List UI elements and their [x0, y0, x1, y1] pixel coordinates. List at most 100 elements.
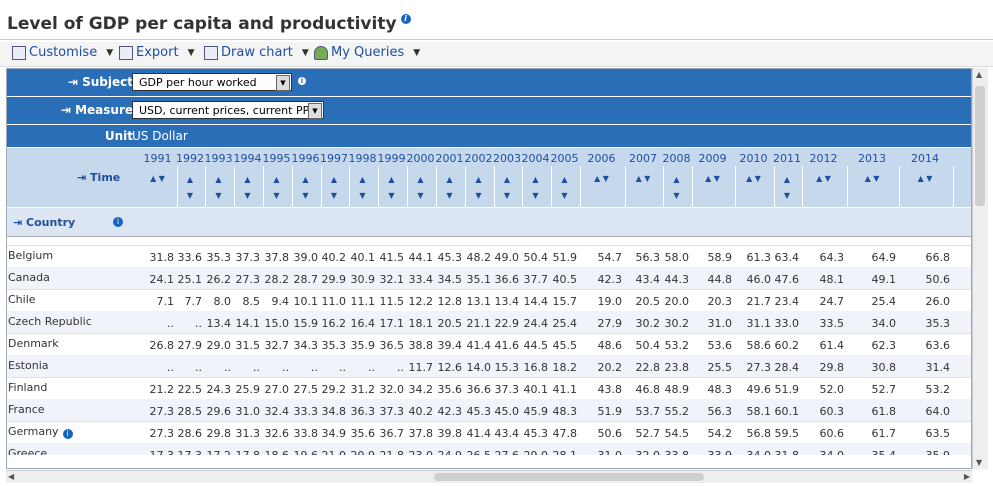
sort-descending-icon[interactable]: ▼ [825, 174, 831, 183]
country-name[interactable]: Germany i [8, 425, 73, 439]
table-cell: 29.0 [521, 449, 549, 455]
sort-descending-icon[interactable]: ▼ [644, 174, 650, 183]
country-name[interactable]: Greece [8, 447, 47, 455]
table-cell: .. [224, 361, 231, 374]
sort-ascending-icon[interactable]: ▲ [187, 175, 193, 184]
sort-descending-icon[interactable]: ▼ [714, 174, 720, 183]
scroll-right-icon[interactable]: ▶ [964, 472, 970, 481]
sort-ascending-icon[interactable]: ▲ [784, 175, 790, 184]
sort-ascending-icon[interactable]: ▲ [150, 174, 156, 183]
scroll-left-icon[interactable]: ◀ [8, 472, 14, 481]
sort-ascending-icon[interactable]: ▲ [636, 174, 642, 183]
table-cell: 37.3 [235, 251, 261, 264]
table-cell: 20.5 [437, 317, 463, 330]
scroll-thumb[interactable] [434, 473, 704, 481]
table-cell: .. [282, 361, 289, 374]
sort-descending-icon[interactable]: ▼ [926, 174, 932, 183]
sort-descending-icon[interactable]: ▼ [417, 191, 423, 200]
sort-descending-icon[interactable]: ▼ [504, 191, 510, 200]
sort-ascending-icon[interactable]: ▲ [705, 174, 711, 183]
sort-ascending-icon[interactable]: ▲ [302, 175, 308, 184]
horizontal-scrollbar[interactable]: ◀ ▶ [6, 470, 972, 483]
table-cell: 25.4 [871, 295, 897, 308]
table-cell: 14.1 [235, 317, 261, 330]
sort-ascending-icon[interactable]: ▲ [865, 174, 871, 183]
sort-descending-icon[interactable]: ▼ [159, 174, 165, 183]
sort-ascending-icon[interactable]: ▲ [417, 175, 423, 184]
country-name[interactable]: Denmark [8, 337, 59, 350]
table-cell: 31.4 [925, 361, 951, 374]
sort-descending-icon[interactable]: ▼ [331, 191, 337, 200]
sort-descending-icon[interactable]: ▼ [187, 191, 193, 200]
table-cell: 54.7 [597, 251, 623, 264]
table-cell: 33.4 [408, 273, 434, 286]
unit-value: US Dollar [132, 129, 188, 143]
table-cell: 55.2 [664, 405, 690, 418]
subject-select[interactable]: GDP per hour worked ▼ [132, 73, 292, 91]
draw-chart-menu[interactable]: Draw chart ▼ [204, 45, 309, 60]
sort-ascending-icon[interactable]: ▲ [331, 175, 337, 184]
table-cell: 56.3 [635, 251, 661, 264]
vertical-scrollbar[interactable]: ▲ ▼ [972, 68, 988, 469]
sort-descending-icon[interactable]: ▼ [359, 191, 365, 200]
table-cell: 12.8 [437, 295, 463, 308]
sort-descending-icon[interactable]: ▼ [244, 191, 250, 200]
table-cell: 45.3 [523, 427, 549, 440]
sort-descending-icon[interactable]: ▼ [475, 191, 481, 200]
sort-ascending-icon[interactable]: ▲ [561, 175, 567, 184]
sort-descending-icon[interactable]: ▼ [273, 191, 279, 200]
sort-ascending-icon[interactable]: ▲ [359, 175, 365, 184]
table-cell: 37.8 [408, 427, 434, 440]
sort-descending-icon[interactable]: ▼ [603, 174, 609, 183]
country-name[interactable]: Czech Republic [8, 315, 92, 328]
scroll-down-icon[interactable]: ▼ [976, 458, 982, 467]
sort-ascending-icon[interactable]: ▲ [673, 175, 679, 184]
sort-ascending-icon[interactable]: ▲ [273, 175, 279, 184]
sort-ascending-icon[interactable]: ▲ [446, 175, 452, 184]
sort-ascending-icon[interactable]: ▲ [532, 175, 538, 184]
info-icon[interactable]: i [113, 217, 123, 227]
sort-descending-icon[interactable]: ▼ [446, 191, 452, 200]
info-icon[interactable]: i [400, 14, 411, 24]
sort-descending-icon[interactable]: ▼ [873, 174, 879, 183]
table-cell: 15.7 [552, 295, 578, 308]
table-cell: 54.2 [707, 427, 733, 440]
country-name[interactable]: Finland [8, 381, 47, 394]
sort-descending-icon[interactable]: ▼ [755, 174, 761, 183]
table-cell: 63.5 [925, 427, 951, 440]
sort-descending-icon[interactable]: ▼ [388, 191, 394, 200]
sort-ascending-icon[interactable]: ▲ [475, 175, 481, 184]
sort-descending-icon[interactable]: ▼ [561, 191, 567, 200]
sort-ascending-icon[interactable]: ▲ [746, 174, 752, 183]
year-header: 1995 [262, 152, 291, 165]
sort-ascending-icon[interactable]: ▲ [215, 175, 221, 184]
sort-descending-icon[interactable]: ▼ [784, 191, 790, 200]
scroll-thumb[interactable] [975, 86, 985, 206]
country-name[interactable]: France [8, 403, 45, 416]
sort-descending-icon[interactable]: ▼ [215, 191, 221, 200]
customise-menu[interactable]: Customise ▼ [12, 45, 113, 60]
info-icon[interactable]: i [62, 429, 73, 439]
info-icon[interactable]: i [298, 77, 306, 85]
country-name[interactable]: Belgium [8, 249, 53, 262]
table-cell: 30.2 [635, 317, 661, 330]
sort-descending-icon[interactable]: ▼ [302, 191, 308, 200]
sort-descending-icon[interactable]: ▼ [673, 191, 679, 200]
sort-ascending-icon[interactable]: ▲ [244, 175, 250, 184]
table-cell: 60.1 [774, 405, 800, 418]
sort-ascending-icon[interactable]: ▲ [504, 175, 510, 184]
sort-descending-icon[interactable]: ▼ [532, 191, 538, 200]
sort-ascending-icon[interactable]: ▲ [918, 174, 924, 183]
country-name[interactable]: Estonia [8, 359, 49, 372]
country-name[interactable]: Chile [8, 293, 36, 306]
my-queries-menu[interactable]: My Queries ▼ [314, 45, 420, 60]
sort-ascending-icon[interactable]: ▲ [388, 175, 394, 184]
sort-ascending-icon[interactable]: ▲ [594, 174, 600, 183]
country-name[interactable]: Canada [8, 271, 50, 284]
table-cell: 41.6 [494, 339, 520, 352]
scroll-up-icon[interactable]: ▲ [976, 70, 982, 79]
export-menu[interactable]: Export ▼ [119, 45, 194, 60]
table-cell: 46.0 [746, 273, 772, 286]
measure-select[interactable]: USD, current prices, current PPPs ▼ [132, 101, 324, 119]
sort-ascending-icon[interactable]: ▲ [816, 174, 822, 183]
